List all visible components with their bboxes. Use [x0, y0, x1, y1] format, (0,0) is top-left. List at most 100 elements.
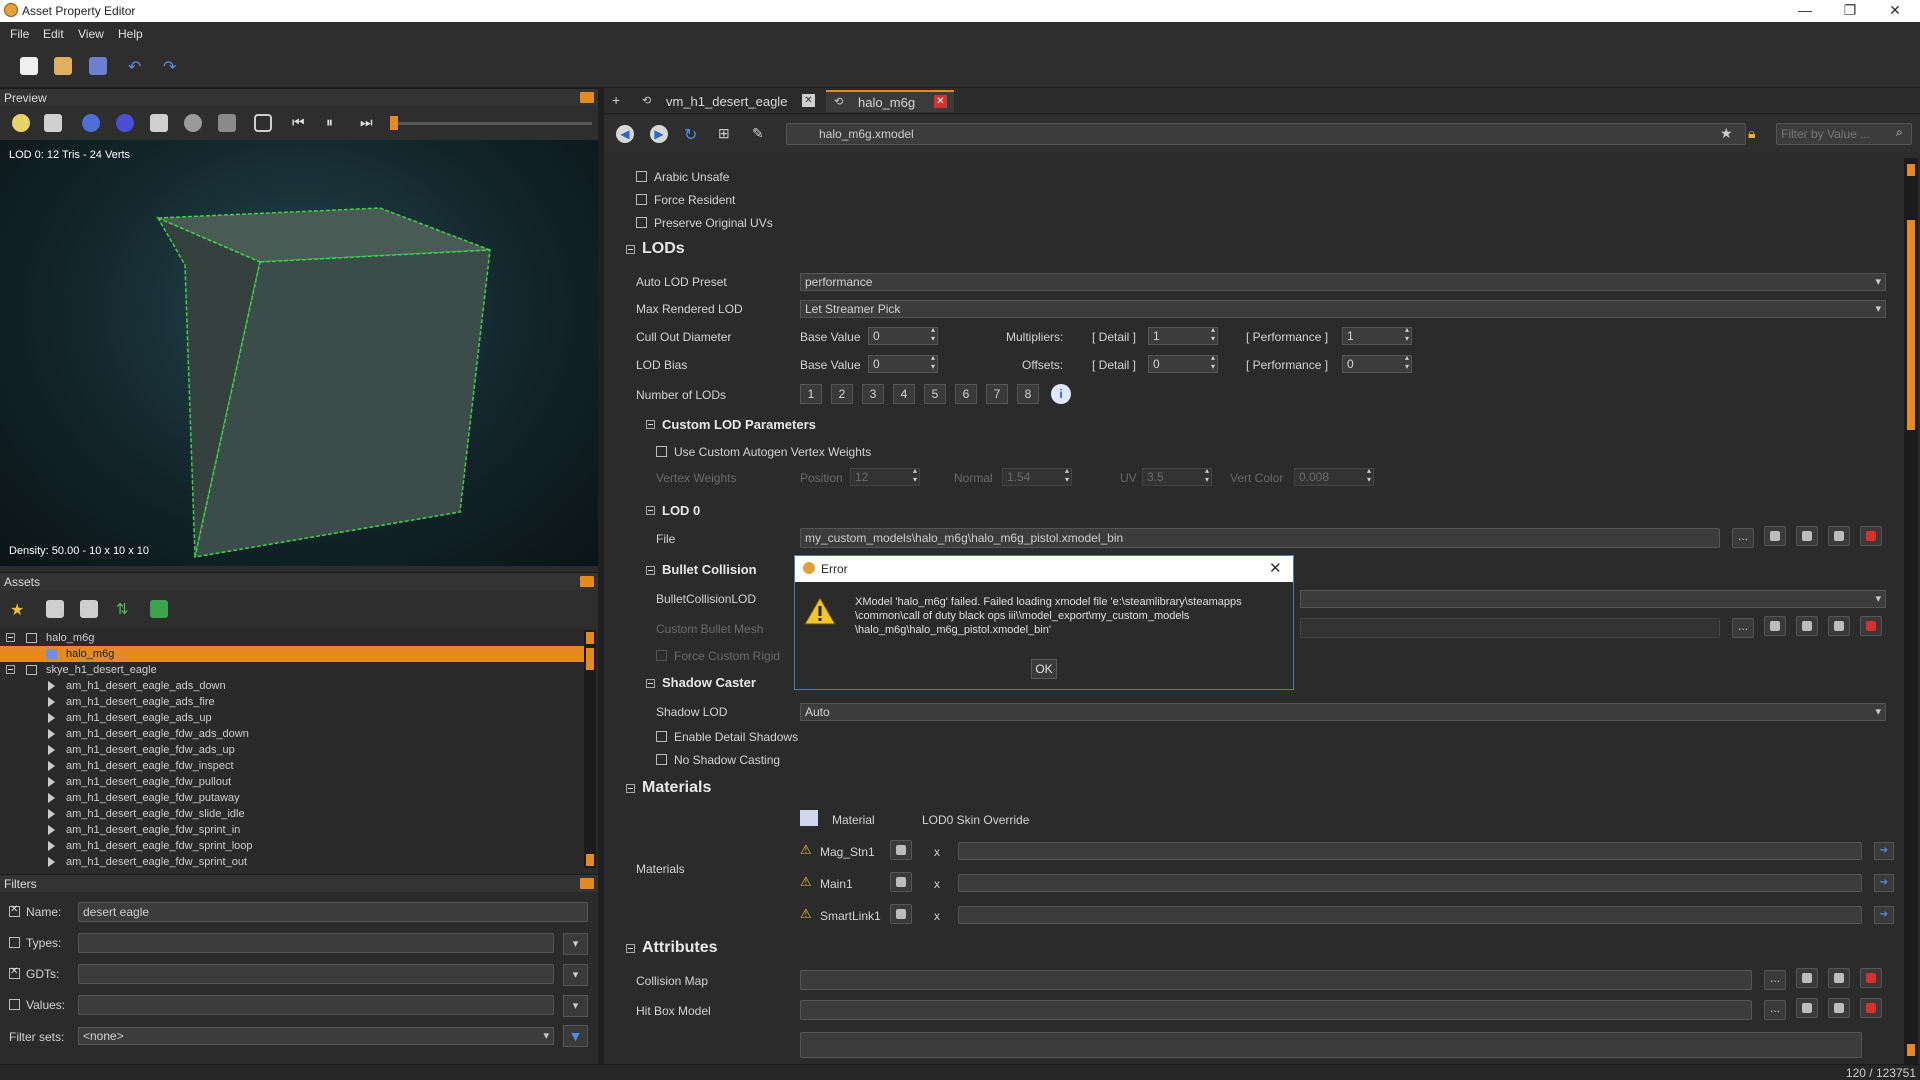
- hit-box-model-input[interactable]: [800, 1000, 1752, 1020]
- types-dropdown-icon[interactable]: ▾: [563, 933, 588, 955]
- lock-icon[interactable]: 🔒︎: [1748, 125, 1755, 142]
- paste-icon[interactable]: [80, 600, 98, 618]
- light-icon[interactable]: [12, 114, 30, 132]
- tab-halo-m6g[interactable]: ⟲ halo_m6g ✕: [826, 90, 954, 112]
- name-filter-input[interactable]: desert eagle: [78, 902, 588, 922]
- close-filters-icon[interactable]: [580, 878, 594, 889]
- splitter[interactable]: [598, 88, 604, 1068]
- arabic-unsafe-checkbox[interactable]: [636, 171, 647, 182]
- pause-icon[interactable]: ⏸: [326, 114, 344, 132]
- filter-sets-select[interactable]: <none>: [78, 1027, 554, 1045]
- refresh-icon[interactable]: ↻: [684, 125, 702, 144]
- material-list-icon[interactable]: [800, 810, 818, 826]
- lod0-file-input[interactable]: my_custom_models\halo_m6g\halo_m6g_pisto…: [800, 528, 1720, 548]
- scroll-thumb[interactable]: [1907, 220, 1915, 430]
- values-dropdown-icon[interactable]: ▾: [563, 995, 588, 1017]
- open-bullet-icon[interactable]: [1764, 616, 1786, 636]
- skin-override-input[interactable]: [958, 842, 1862, 860]
- lod-count-3-button[interactable]: 3: [862, 384, 884, 404]
- lod-count-7-button[interactable]: 7: [986, 384, 1008, 404]
- auto-lod-select[interactable]: performance: [800, 273, 1886, 291]
- force-resident-checkbox[interactable]: [636, 194, 647, 205]
- back-icon[interactable]: ◀: [616, 125, 634, 143]
- tree-row[interactable]: skye_h1_desert_eagle: [0, 662, 584, 678]
- values-filter-checkbox[interactable]: [9, 999, 20, 1010]
- close-preview-icon[interactable]: [580, 92, 594, 103]
- close-window-icon[interactable]: ✕: [1875, 2, 1915, 19]
- asset-path-field[interactable]: halo_m6g.xmodel: [786, 123, 1746, 145]
- add-tab-icon[interactable]: +: [612, 92, 620, 108]
- collision-map-input[interactable]: [800, 970, 1752, 990]
- rewind-icon[interactable]: ⏮: [292, 114, 310, 132]
- lod0-collapse-icon[interactable]: [646, 506, 655, 515]
- open-hitbox-icon[interactable]: [1796, 998, 1818, 1018]
- values-filter-input[interactable]: [78, 995, 554, 1015]
- edit-collision-icon[interactable]: [1828, 968, 1850, 988]
- cull-performance-spin[interactable]: 1: [1342, 325, 1412, 345]
- pick-material-icon[interactable]: ➔: [1874, 906, 1894, 924]
- gdts-filter-input[interactable]: [78, 964, 554, 984]
- lod-count-1-button[interactable]: 1: [800, 384, 822, 404]
- forward-icon[interactable]: ▶: [650, 125, 668, 143]
- menu-edit[interactable]: Edit: [43, 27, 64, 41]
- filter-by-value-input[interactable]: Filter by Value ...: [1776, 123, 1912, 145]
- name-filter-checkbox[interactable]: [9, 904, 20, 917]
- tab-close-icon[interactable]: ✕: [802, 94, 815, 107]
- edit-hitbox-icon[interactable]: [1828, 998, 1850, 1018]
- tab-close-icon[interactable]: ✕: [934, 95, 947, 108]
- sphere-icon[interactable]: [116, 114, 134, 132]
- dialog-close-icon[interactable]: ✕: [1269, 559, 1282, 577]
- shadow-lod-select[interactable]: Auto: [800, 703, 1886, 721]
- tree-row-selected[interactable]: halo_m6g: [0, 646, 584, 662]
- assets-scrollbar[interactable]: [584, 630, 596, 868]
- edit-file-icon[interactable]: [1828, 526, 1850, 546]
- scroll-up-icon[interactable]: [1907, 164, 1915, 176]
- pick-material-icon[interactable]: ➔: [1874, 874, 1894, 892]
- excel-icon[interactable]: [150, 600, 168, 618]
- open-file-icon[interactable]: [1764, 526, 1786, 546]
- favorite-star-icon[interactable]: ★: [1720, 125, 1733, 142]
- maximize-icon[interactable]: ❐: [1830, 2, 1870, 19]
- shading-icon[interactable]: [184, 114, 202, 132]
- grid-icon[interactable]: [218, 114, 236, 132]
- lod-count-8-button[interactable]: 8: [1017, 384, 1039, 404]
- timeline-handle[interactable]: [390, 116, 398, 130]
- properties-scrollbar[interactable]: [1904, 158, 1918, 1064]
- preserve-uvs-checkbox[interactable]: [636, 217, 647, 228]
- lods-collapse-icon[interactable]: [626, 245, 635, 254]
- browse-bullet-button[interactable]: [1732, 618, 1754, 638]
- material-edit-icon[interactable]: [890, 872, 912, 892]
- edit-icon[interactable]: ✎: [752, 125, 770, 143]
- custom-lod-collapse-icon[interactable]: [646, 420, 655, 429]
- types-filter-checkbox[interactable]: [9, 937, 20, 948]
- bias-base-spin[interactable]: 0: [868, 353, 938, 373]
- menu-file[interactable]: File: [10, 27, 29, 41]
- material-edit-icon[interactable]: [890, 904, 912, 924]
- browse-file-button[interactable]: [1732, 528, 1754, 548]
- detail-shadows-checkbox[interactable]: [656, 731, 667, 742]
- clear-file-icon[interactable]: [1860, 526, 1882, 546]
- save-icon[interactable]: [89, 57, 107, 75]
- new-icon[interactable]: [20, 57, 38, 75]
- sort-icon[interactable]: ⇅: [116, 600, 134, 618]
- gdts-dropdown-icon[interactable]: ▾: [563, 964, 588, 986]
- gdts-filter-checkbox[interactable]: [9, 966, 20, 979]
- skin-override-input[interactable]: [958, 874, 1862, 892]
- render-mode-icon[interactable]: [150, 114, 168, 132]
- tree-row[interactable]: halo_m6g: [0, 630, 584, 646]
- cull-detail-spin[interactable]: 1: [1148, 325, 1218, 345]
- search-icon[interactable]: ⌕: [1896, 125, 1903, 140]
- scroll-thumb[interactable]: [586, 648, 594, 670]
- skin-override-input[interactable]: [958, 906, 1862, 924]
- copy-icon[interactable]: [46, 600, 64, 618]
- scroll-up-icon[interactable]: [586, 632, 594, 644]
- info-icon[interactable]: i: [1051, 384, 1071, 404]
- clear-bullet-icon[interactable]: [1860, 616, 1882, 636]
- screenshot-icon[interactable]: [254, 114, 272, 132]
- funnel-icon[interactable]: ▼: [563, 1025, 588, 1047]
- minimize-icon[interactable]: —: [1785, 2, 1825, 18]
- bullet-lod-select[interactable]: [1300, 590, 1886, 608]
- materials-collapse-icon[interactable]: [626, 784, 635, 793]
- pick-material-icon[interactable]: ➔: [1874, 842, 1894, 860]
- scroll-down-icon[interactable]: [586, 854, 594, 866]
